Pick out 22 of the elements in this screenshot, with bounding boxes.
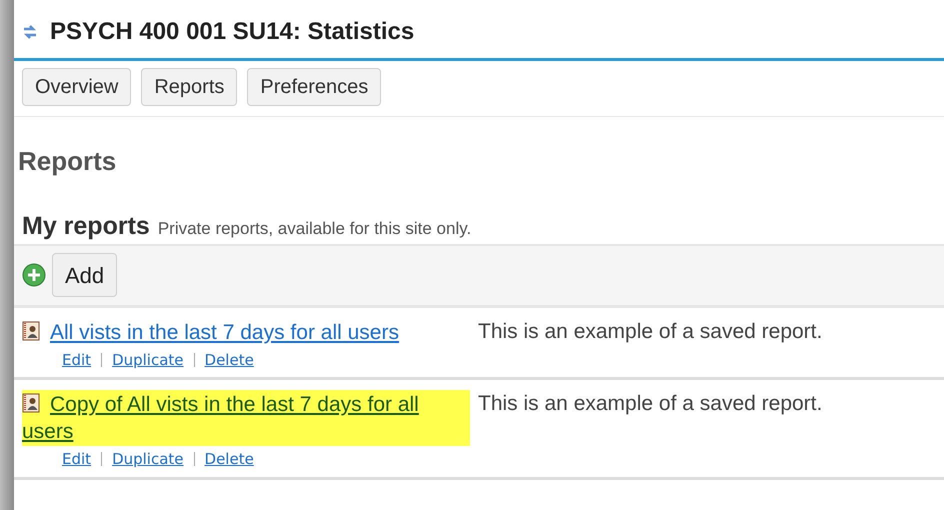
add-button[interactable]: Add	[52, 253, 118, 297]
action-link[interactable]: Edit	[62, 448, 92, 470]
section-subtitle: Private reports, available for this site only.	[158, 218, 472, 240]
tab[interactable]: Reports	[141, 68, 238, 106]
add-icon	[22, 263, 46, 287]
report-link[interactable]: Copy of All vists in the last 7 days for all users	[22, 390, 470, 446]
action-link[interactable]: Delete	[204, 448, 254, 470]
report-description: This is an example of a saved report.	[478, 391, 822, 417]
report-description: This is an example of a saved report.	[478, 318, 822, 344]
report-icon	[22, 393, 40, 413]
report-link[interactable]: All vists in the last 7 days for all users	[22, 318, 470, 346]
sync-icon	[22, 23, 38, 41]
action-link[interactable]: Duplicate	[112, 348, 184, 371]
action-link[interactable]: Delete	[204, 348, 254, 371]
section-title: My reports	[22, 211, 150, 241]
report-icon	[22, 320, 40, 340]
page-heading: Reports	[17, 145, 118, 177]
tab[interactable]: Preferences	[247, 68, 382, 106]
action-link[interactable]: Edit	[62, 348, 92, 371]
tab[interactable]: Overview	[22, 68, 132, 106]
window-title: PSYCH 400 001 SU14: Statistics	[50, 17, 414, 47]
action-link[interactable]: Duplicate	[112, 448, 184, 470]
